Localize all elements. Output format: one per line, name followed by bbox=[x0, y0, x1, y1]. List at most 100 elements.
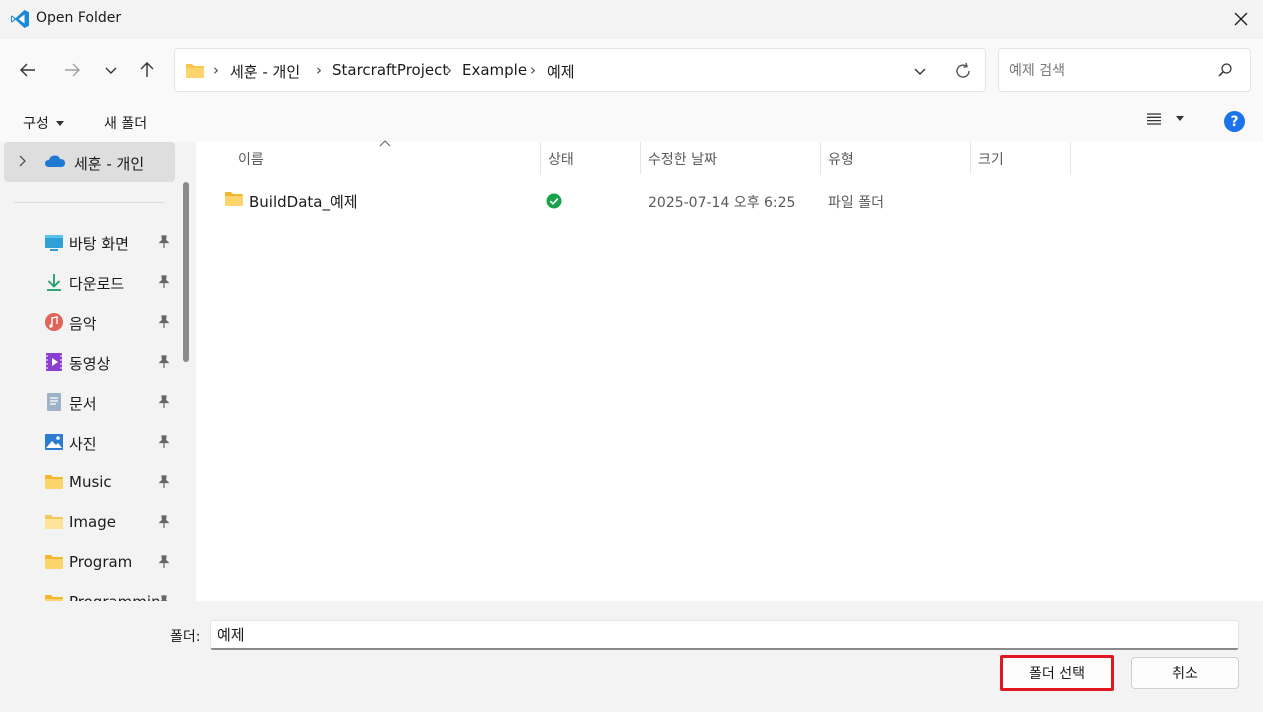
sidebar-item-label: 다운로드 bbox=[69, 275, 125, 293]
column-header-name[interactable]: 이름 bbox=[196, 140, 541, 174]
refresh-button[interactable] bbox=[951, 59, 975, 83]
column-header-status[interactable]: 상태 bbox=[541, 142, 641, 174]
download-icon bbox=[47, 274, 61, 291]
view-options-button[interactable] bbox=[1146, 112, 1184, 126]
close-icon bbox=[1234, 12, 1248, 26]
column-header-label: 상태 bbox=[548, 152, 574, 168]
sidebar-item-music-folder[interactable]: Music bbox=[0, 464, 176, 500]
folder-icon bbox=[45, 595, 63, 601]
pin-icon bbox=[158, 435, 170, 448]
recent-locations-button[interactable] bbox=[95, 54, 127, 86]
help-button[interactable]: ? bbox=[1224, 111, 1245, 132]
document-icon bbox=[47, 393, 61, 411]
sidebar-item-label: Program bbox=[69, 553, 133, 571]
caret-down-icon bbox=[56, 121, 65, 126]
pictures-icon bbox=[45, 434, 63, 450]
address-bar[interactable]: › 세훈 - 개인 › StarcraftProject › Example ›… bbox=[174, 48, 986, 92]
breadcrumb-item[interactable]: StarcraftProject bbox=[332, 61, 448, 79]
new-folder-button[interactable]: 새 폴더 bbox=[104, 113, 147, 133]
sidebar-item-programming-folder[interactable]: Programmin bbox=[0, 584, 176, 601]
sidebar-item-pictures[interactable]: 사진 bbox=[0, 424, 176, 460]
sidebar-item-label: 바탕 화면 bbox=[69, 235, 129, 253]
video-icon bbox=[46, 353, 62, 371]
column-header-label: 수정한 날짜 bbox=[648, 152, 717, 168]
details-view-icon bbox=[1147, 113, 1161, 125]
sidebar-item-music[interactable]: 음악 bbox=[0, 304, 176, 340]
music-icon bbox=[45, 313, 63, 331]
pin-icon bbox=[158, 475, 170, 488]
navigation-pane: 세훈 - 개인 바탕 화면 다운로드 음악 동영상 문서 사진 Music Im… bbox=[0, 142, 196, 601]
folder-name-input[interactable] bbox=[210, 620, 1239, 650]
folder-icon bbox=[45, 475, 63, 489]
search-input[interactable] bbox=[1009, 60, 1209, 82]
sidebar-item-videos[interactable]: 동영상 bbox=[0, 344, 176, 380]
pin-icon bbox=[158, 395, 170, 408]
vscode-logo-icon bbox=[11, 10, 29, 28]
arrow-left-icon bbox=[20, 63, 35, 77]
command-bar: 구성 새 폴더 ? bbox=[0, 102, 1263, 142]
breadcrumb-item[interactable]: 세훈 - 개인 bbox=[230, 61, 300, 82]
folder-field-label: 폴더: bbox=[170, 629, 201, 645]
select-folder-button[interactable]: 폴더 선택 bbox=[1000, 655, 1114, 691]
window-title: Open Folder bbox=[36, 10, 122, 26]
sidebar-item-image-folder[interactable]: Image bbox=[0, 504, 176, 540]
breadcrumb-separator: › bbox=[316, 61, 322, 79]
file-row[interactable]: BuildData_예제 2025-07-14 오후 6:25 파일 폴더 bbox=[196, 184, 1263, 216]
file-list: 이름 상태 수정한 날짜 유형 크기 BuildData_예제 2025-07-… bbox=[196, 140, 1263, 601]
chevron-right-icon bbox=[19, 155, 26, 167]
close-button[interactable] bbox=[1226, 4, 1256, 34]
sidebar-item-desktop[interactable]: 바탕 화면 bbox=[0, 224, 176, 260]
pin-icon bbox=[158, 355, 170, 368]
sidebar-item-label: 문서 bbox=[69, 395, 97, 413]
sidebar-divider bbox=[14, 202, 165, 203]
sidebar-item-label: Image bbox=[69, 513, 116, 531]
up-button[interactable] bbox=[131, 54, 163, 86]
chevron-down-icon bbox=[105, 67, 117, 74]
caret-down-icon bbox=[1176, 116, 1184, 121]
refresh-icon bbox=[956, 62, 970, 78]
pin-icon bbox=[158, 275, 170, 288]
dialog-footer: 폴더: 폴더 선택 취소 bbox=[0, 601, 1263, 712]
sidebar-scrollbar[interactable] bbox=[183, 182, 189, 362]
forward-button[interactable] bbox=[56, 54, 88, 86]
sidebar-item-label: 음악 bbox=[69, 315, 97, 333]
sidebar-item-downloads[interactable]: 다운로드 bbox=[0, 264, 176, 300]
back-button[interactable] bbox=[12, 54, 44, 86]
folder-icon bbox=[186, 64, 204, 78]
organize-menu[interactable]: 구성 bbox=[23, 113, 65, 133]
column-header-modified[interactable]: 수정한 날짜 bbox=[641, 142, 821, 174]
file-name: BuildData_예제 bbox=[249, 193, 358, 211]
onedrive-cloud-icon bbox=[45, 155, 65, 167]
sidebar-item-documents[interactable]: 문서 bbox=[0, 384, 176, 420]
breadcrumb-item[interactable]: Example bbox=[462, 61, 527, 79]
breadcrumb-separator: › bbox=[530, 61, 536, 79]
file-modified-date: 2025-07-14 오후 6:25 bbox=[648, 195, 796, 211]
arrow-up-icon bbox=[140, 62, 154, 77]
pin-icon bbox=[158, 555, 170, 568]
column-header-type[interactable]: 유형 bbox=[821, 142, 971, 174]
folder-icon bbox=[45, 555, 63, 569]
arrow-right-icon bbox=[65, 63, 80, 77]
sidebar-item-label: Music bbox=[69, 473, 112, 491]
address-history-button[interactable] bbox=[909, 61, 931, 81]
sidebar-item-label: 사진 bbox=[69, 435, 97, 453]
sidebar-item-label: Programmin bbox=[69, 593, 161, 601]
column-header-label: 유형 bbox=[828, 152, 854, 168]
sidebar-item-onedrive[interactable]: 세훈 - 개인 bbox=[4, 142, 175, 182]
breadcrumb-item[interactable]: 예제 bbox=[547, 61, 575, 82]
desktop-icon bbox=[45, 235, 63, 251]
pin-icon bbox=[158, 515, 170, 528]
sidebar-item-label: 동영상 bbox=[69, 355, 111, 373]
cancel-button[interactable]: 취소 bbox=[1131, 657, 1239, 689]
breadcrumb-separator: › bbox=[213, 61, 219, 79]
search-box[interactable] bbox=[998, 48, 1251, 92]
organize-label: 구성 bbox=[23, 116, 49, 132]
pin-icon bbox=[158, 235, 170, 248]
file-type: 파일 폴더 bbox=[828, 195, 884, 211]
sort-ascending-icon bbox=[379, 140, 391, 147]
folder-icon bbox=[45, 515, 63, 529]
navigation-bar: › 세훈 - 개인 › StarcraftProject › Example ›… bbox=[0, 38, 1263, 102]
column-header-size[interactable]: 크기 bbox=[971, 142, 1071, 174]
chevron-down-icon bbox=[914, 68, 926, 75]
sidebar-item-program-folder[interactable]: Program bbox=[0, 544, 176, 580]
